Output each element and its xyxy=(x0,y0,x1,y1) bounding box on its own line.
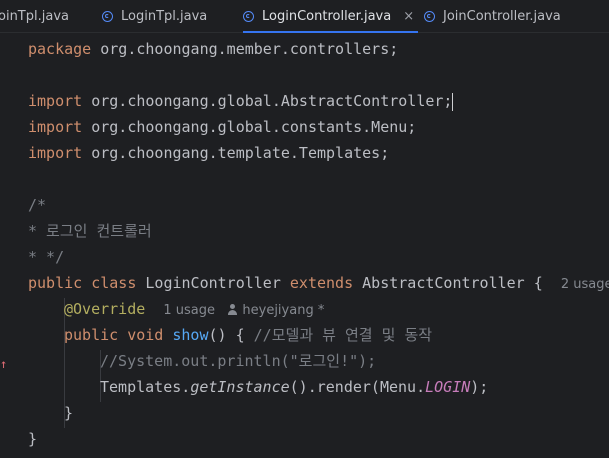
tab-logincontroller[interactable]: LoginController.java × xyxy=(243,0,419,33)
editor-tab-bar: oinTpl.java LoginTpl.java LoginControlle… xyxy=(0,0,609,33)
code-line: * 로그인 컨트롤러 xyxy=(28,222,152,240)
tab-label: JoinController.java xyxy=(443,8,561,24)
code-line: import org.choongang.global.AbstractCont… xyxy=(28,92,454,111)
usages-hint[interactable]: 2 usages xyxy=(561,277,609,292)
text-cursor xyxy=(452,92,454,111)
code-line: Templates.getInstance().render(Menu.LOGI… xyxy=(100,378,489,396)
tab-logintpl[interactable]: LoginTpl.java xyxy=(102,0,207,32)
code-line: @Override 1 usage heyejiyang * xyxy=(64,300,325,318)
tab-label: oinTpl.java xyxy=(0,8,69,24)
java-file-icon xyxy=(424,10,435,22)
java-file-icon xyxy=(102,10,113,22)
code-line: public void show() { //모델과 뷰 연결 및 동작 xyxy=(64,326,433,344)
usages-hint[interactable]: 1 usage xyxy=(163,303,215,318)
code-line: } xyxy=(64,404,74,422)
close-icon[interactable]: × xyxy=(403,9,414,24)
editor-gutter[interactable]: ↑ xyxy=(0,33,22,458)
java-file-icon xyxy=(243,10,254,22)
code-line: package org.choongang.member.controllers… xyxy=(28,40,399,58)
code-line: //System.out.println("로그인!"); xyxy=(100,352,377,370)
code-line: import org.choongang.global.constants.Me… xyxy=(28,118,417,136)
code-line: public class LoginController extends Abs… xyxy=(28,270,609,296)
code-line: * */ xyxy=(28,248,65,266)
user-icon xyxy=(227,304,238,315)
tab-label: LoginController.java xyxy=(262,8,392,24)
code-line: } xyxy=(28,430,38,448)
code-line: /* xyxy=(28,196,47,214)
tab-joincontroller[interactable]: JoinController.java xyxy=(424,0,561,32)
code-line: import org.choongang.template.Templates; xyxy=(28,144,390,162)
tab-jointpl[interactable]: oinTpl.java xyxy=(0,0,69,32)
tab-label: LoginTpl.java xyxy=(121,8,208,24)
override-marker-icon[interactable]: ↑ xyxy=(0,357,7,371)
author-hint[interactable]: heyejiyang * xyxy=(242,303,324,318)
